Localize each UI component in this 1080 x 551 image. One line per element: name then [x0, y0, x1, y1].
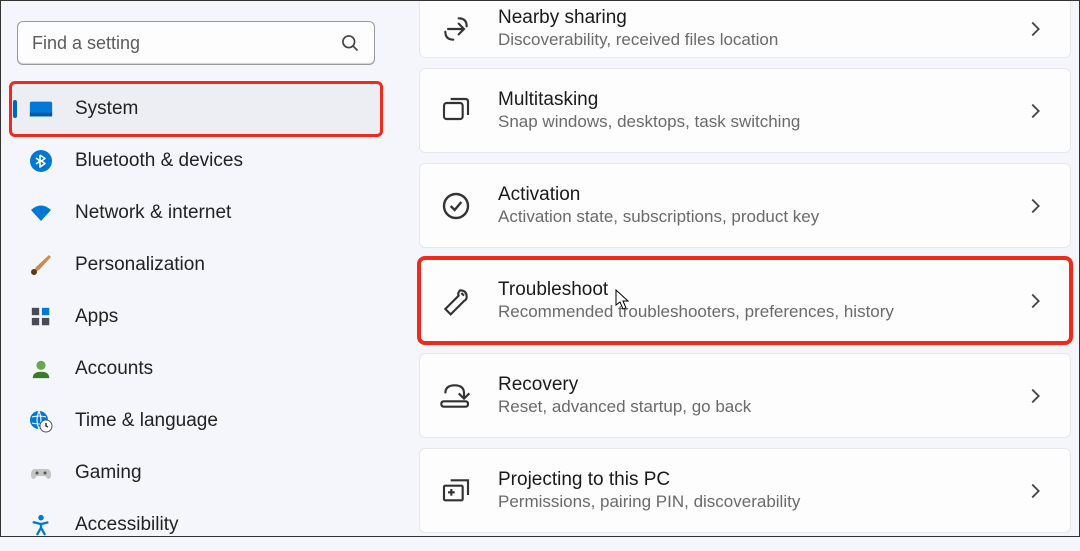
checkmark-circle-icon	[440, 190, 472, 222]
row-nearby-sharing[interactable]: Nearby sharing Discoverability, received…	[419, 1, 1071, 58]
row-text: Recovery Reset, advanced startup, go bac…	[498, 373, 1024, 419]
row-recovery[interactable]: Recovery Reset, advanced startup, go bac…	[419, 353, 1071, 438]
wrench-icon	[440, 285, 472, 317]
row-text: Projecting to this PC Permissions, pairi…	[498, 468, 1024, 514]
nav-label: Bluetooth & devices	[75, 150, 243, 172]
chevron-right-icon	[1024, 290, 1046, 312]
row-multitasking[interactable]: Multitasking Snap windows, desktops, tas…	[419, 68, 1071, 153]
settings-main: Nearby sharing Discoverability, received…	[391, 1, 1079, 536]
gamepad-icon	[27, 459, 55, 487]
nav-bluetooth[interactable]: Bluetooth & devices	[11, 135, 381, 187]
chevron-right-icon	[1024, 100, 1046, 122]
row-troubleshoot[interactable]: Troubleshoot Recommended troubleshooters…	[419, 258, 1071, 343]
nav-label: Network & internet	[75, 202, 231, 224]
nav-gaming[interactable]: Gaming	[11, 447, 381, 499]
person-icon	[27, 355, 55, 383]
multitasking-icon	[440, 95, 472, 127]
globe-clock-icon	[27, 407, 55, 435]
row-text: Nearby sharing Discoverability, received…	[498, 6, 1024, 52]
nav-system[interactable]: System	[11, 83, 381, 135]
bluetooth-icon	[27, 147, 55, 175]
row-text: Activation Activation state, subscriptio…	[498, 183, 1024, 229]
row-text: Multitasking Snap windows, desktops, tas…	[498, 88, 1024, 134]
row-subtitle: Snap windows, desktops, task switching	[498, 111, 1024, 133]
row-title: Troubleshoot	[498, 278, 1024, 302]
apps-icon	[27, 303, 55, 331]
settings-sidebar: System Bluetooth & devices Network & int…	[1, 1, 391, 536]
nav-label: Time & language	[75, 410, 218, 432]
row-subtitle: Recommended troubleshooters, preferences…	[498, 301, 1024, 323]
share-icon	[440, 13, 472, 45]
nav-network[interactable]: Network & internet	[11, 187, 381, 239]
row-subtitle: Permissions, pairing PIN, discoverabilit…	[498, 491, 1024, 513]
recovery-icon	[440, 380, 472, 412]
search-icon	[340, 33, 360, 53]
nav-accounts[interactable]: Accounts	[11, 343, 381, 395]
nav-label: Accounts	[75, 358, 153, 380]
row-title: Activation	[498, 183, 1024, 207]
chevron-right-icon	[1024, 480, 1046, 502]
search-box[interactable]	[17, 21, 375, 65]
row-title: Nearby sharing	[498, 6, 1024, 30]
row-title: Multitasking	[498, 88, 1024, 112]
chevron-right-icon	[1024, 385, 1046, 407]
row-subtitle: Discoverability, received files location	[498, 29, 1024, 51]
row-projecting[interactable]: Projecting to this PC Permissions, pairi…	[419, 448, 1071, 533]
paintbrush-icon	[27, 251, 55, 279]
row-subtitle: Activation state, subscriptions, product…	[498, 206, 1024, 228]
nav-label: Accessibility	[75, 514, 178, 536]
wifi-icon	[27, 199, 55, 227]
nav-label: Gaming	[75, 462, 142, 484]
accessibility-icon	[27, 511, 55, 539]
nav-personalization[interactable]: Personalization	[11, 239, 381, 291]
nav-time-language[interactable]: Time & language	[11, 395, 381, 447]
nav-apps[interactable]: Apps	[11, 291, 381, 343]
nav-accessibility[interactable]: Accessibility	[11, 499, 381, 551]
row-title: Projecting to this PC	[498, 468, 1024, 492]
search-input[interactable]	[18, 33, 374, 54]
nav-label: Apps	[75, 306, 118, 328]
row-text: Troubleshoot Recommended troubleshooters…	[498, 278, 1024, 324]
chevron-right-icon	[1024, 195, 1046, 217]
chevron-right-icon	[1024, 18, 1046, 40]
projecting-icon	[440, 475, 472, 507]
row-activation[interactable]: Activation Activation state, subscriptio…	[419, 163, 1071, 248]
display-icon	[27, 95, 55, 123]
row-subtitle: Reset, advanced startup, go back	[498, 396, 1024, 418]
nav-label: Personalization	[75, 254, 205, 276]
nav-label: System	[75, 98, 138, 120]
row-title: Recovery	[498, 373, 1024, 397]
